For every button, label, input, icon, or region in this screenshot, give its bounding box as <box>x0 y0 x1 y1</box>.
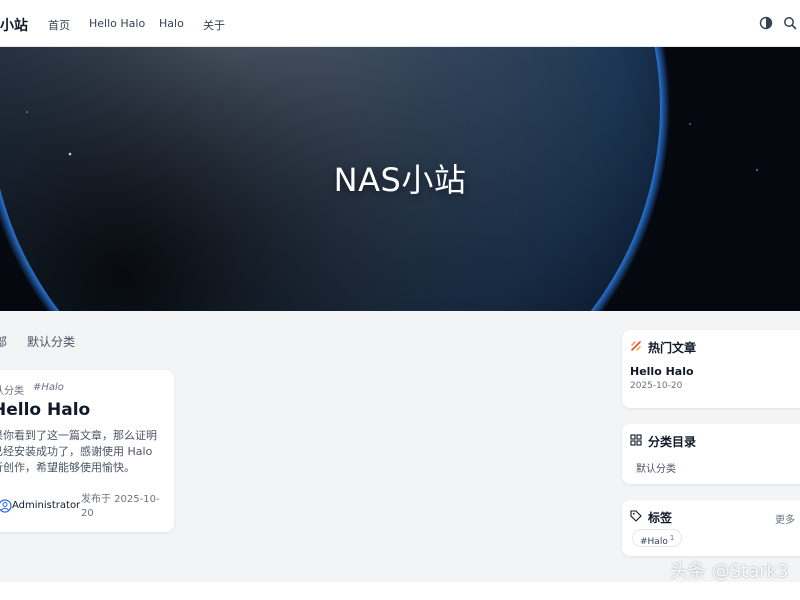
hot-post-title[interactable]: Hello Halo <box>630 365 694 378</box>
hot-post-date: 2025-10-20 <box>630 381 683 391</box>
categories-title: 分类目录 <box>648 435 697 449</box>
categories-card: 分类目录 默认分类 <box>622 424 800 484</box>
grid-icon <box>630 434 642 446</box>
hero-banner: NAS小站 <box>0 47 800 311</box>
nav-about[interactable]: 关于 <box>203 17 225 33</box>
post-tag[interactable]: #Halo <box>33 382 64 393</box>
excerpt-line: 行创作，希望能够使用愉快。 <box>0 461 135 474</box>
site-logo[interactable]: 小站 <box>0 15 28 35</box>
excerpt-line: 已经安装成功了，感谢使用 Halo <box>0 445 153 458</box>
tags-title: 标签 <box>648 511 673 525</box>
hot-posts-title: 热门文章 <box>648 341 697 355</box>
avatar-icon[interactable] <box>0 499 12 513</box>
post-excerpt: 果你看到了这一篇文章，那么证明 已经安装成功了，感谢使用 Halo 行创作，希望… <box>0 428 164 476</box>
nav-halo[interactable]: Halo <box>159 17 184 30</box>
post-category[interactable]: 认分类 <box>0 382 24 397</box>
watermark: 头条 @Stark3 <box>670 561 789 582</box>
tags-more-link[interactable]: 更多 <box>775 511 795 526</box>
footer-bar <box>0 582 800 600</box>
filter-all[interactable]: 部 <box>0 333 7 350</box>
site-header: 小站 首页 Hello Halo Halo 关于 <box>0 0 800 47</box>
hot-posts-card: 热门文章 Hello Halo 2025-10-20 <box>622 330 800 408</box>
search-icon[interactable] <box>783 16 797 30</box>
filter-default-category[interactable]: 默认分类 <box>27 333 75 350</box>
fire-icon <box>631 341 641 351</box>
theme-toggle-icon[interactable] <box>759 16 773 30</box>
tag-chip-halo[interactable]: #Halo 1 <box>632 529 683 547</box>
hero-title: NAS小站 <box>333 161 467 199</box>
tag-icon <box>630 510 642 522</box>
post-title[interactable]: Hello Halo <box>0 400 90 420</box>
tag-chip-label: #Halo <box>640 537 668 547</box>
post-card[interactable]: 认分类 #Halo Hello Halo 果你看到了这一篇文章，那么证明 已经安… <box>0 370 174 532</box>
tag-chip-count: 1 <box>669 534 675 542</box>
post-date: 发布于 2025-10-20 <box>81 494 160 519</box>
nav-home[interactable]: 首页 <box>48 17 70 33</box>
excerpt-line: 果你看到了这一篇文章，那么证明 <box>0 429 157 442</box>
nav-hello-halo[interactable]: Hello Halo <box>89 17 145 30</box>
category-item-default[interactable]: 默认分类 <box>636 460 676 475</box>
tags-card: 标签 更多 #Halo 1 <box>622 500 800 556</box>
author-name[interactable]: Administrator <box>12 500 80 511</box>
